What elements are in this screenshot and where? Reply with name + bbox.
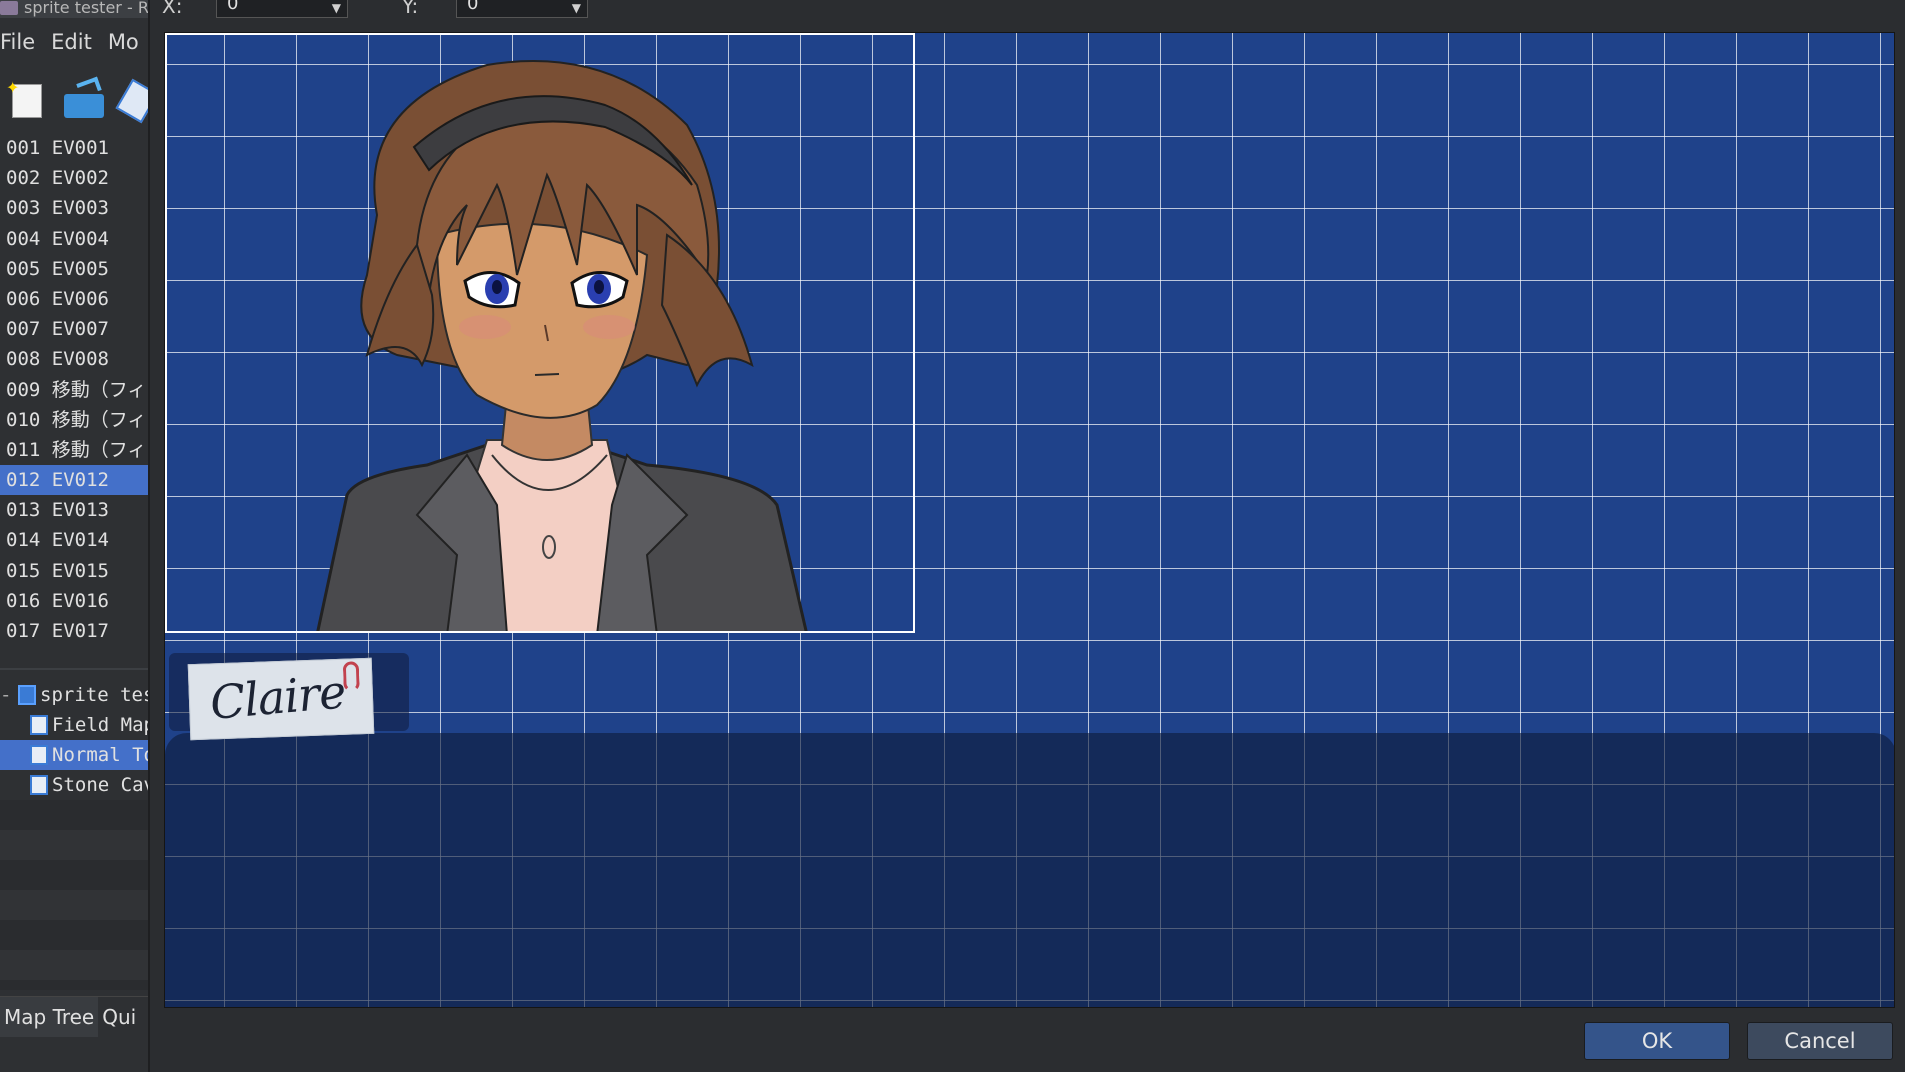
map-tree-item-label: Normal To	[52, 744, 148, 766]
new-project-icon[interactable]: ✦	[6, 78, 50, 122]
ok-button[interactable]: OK	[1584, 1022, 1730, 1060]
editor-title: sprite tester - R	[24, 0, 148, 17]
x-label: X:	[162, 0, 183, 18]
dropdown-arrow-icon: ▼	[331, 1, 341, 15]
map-icon	[30, 745, 48, 765]
map-tree-item[interactable]: Stone Cav	[0, 770, 148, 800]
map-tree-item[interactable]: Field Map	[0, 710, 148, 740]
tab-quick[interactable]: Qui	[98, 997, 140, 1037]
event-list-item[interactable]: 011 移動（フィ	[0, 435, 148, 465]
map-tree: - sprite tes Field Map Normal To Stone C…	[0, 680, 148, 800]
menu-edit[interactable]: Edit	[51, 30, 92, 54]
event-list-item-selected[interactable]: 012 EV012	[0, 465, 148, 496]
tab-map-tree[interactable]: Map Tree	[0, 997, 99, 1037]
open-project-icon[interactable]	[62, 76, 106, 122]
message-preview-dialog: X: 0 ▼ Y: 0 ▼ Claire OK Cancel	[148, 0, 1905, 1072]
event-list-item[interactable]: 001 EV001	[0, 133, 148, 163]
app-icon	[0, 1, 18, 15]
speaker-name-tag: Claire	[187, 657, 375, 741]
editor-window: sprite tester - R File Edit Mo ✦ 001 EV001…	[0, 0, 148, 1072]
map-tree-empty-area	[0, 800, 148, 990]
toolbar: ✦	[0, 74, 148, 124]
event-list-item[interactable]: 010 移動（フィ	[0, 405, 148, 435]
collapse-icon[interactable]: -	[0, 680, 11, 710]
character-portrait	[316, 60, 808, 631]
preview-canvas[interactable]: Claire	[164, 32, 1895, 1008]
dropdown-arrow-icon: ▼	[571, 1, 581, 15]
event-list-item[interactable]: 015 EV015	[0, 556, 148, 586]
event-list-item[interactable]: 003 EV003	[0, 193, 148, 223]
map-tree-item-label: Stone Cav	[52, 774, 148, 796]
face-portrait-frame	[165, 33, 915, 633]
bottom-tabs: Map Tree Qui	[0, 996, 148, 1037]
message-window	[165, 733, 1894, 1007]
event-list-item[interactable]: 008 EV008	[0, 344, 148, 374]
event-list: 001 EV001 002 EV002 003 EV003 004 EV004 …	[0, 133, 148, 646]
x-select[interactable]: 0 ▼	[216, 0, 348, 18]
y-select-value: 0	[467, 0, 479, 14]
event-list-item[interactable]: 017 EV017	[0, 616, 148, 646]
event-list-item[interactable]: 013 EV013	[0, 495, 148, 525]
menu-bar: File Edit Mo	[0, 30, 148, 64]
map-icon	[30, 715, 48, 735]
save-project-icon[interactable]	[115, 78, 148, 124]
menu-mode[interactable]: Mo	[108, 30, 139, 54]
speaker-name: Claire	[207, 664, 348, 730]
event-list-item[interactable]: 009 移動（フィ	[0, 375, 148, 405]
splitter[interactable]	[0, 668, 148, 670]
event-list-item[interactable]: 004 EV004	[0, 224, 148, 254]
map-tree-item-label: Field Map	[52, 714, 148, 736]
event-list-item[interactable]: 006 EV006	[0, 284, 148, 314]
paperclip-icon	[342, 661, 360, 692]
map-icon	[30, 775, 48, 795]
event-list-item[interactable]: 007 EV007	[0, 314, 148, 344]
editor-title-bar: sprite tester - R	[0, 0, 148, 18]
map-tree-root[interactable]: - sprite tes	[0, 680, 148, 710]
y-select[interactable]: 0 ▼	[456, 0, 588, 18]
project-icon	[18, 685, 36, 705]
x-select-value: 0	[227, 0, 239, 14]
y-label: Y:	[402, 0, 419, 18]
menu-file[interactable]: File	[0, 30, 35, 54]
map-tree-item-selected[interactable]: Normal To	[0, 740, 148, 770]
event-list-item[interactable]: 016 EV016	[0, 586, 148, 616]
cancel-button[interactable]: Cancel	[1747, 1022, 1893, 1060]
event-list-item[interactable]: 014 EV014	[0, 525, 148, 555]
event-list-item[interactable]: 002 EV002	[0, 163, 148, 193]
event-list-item[interactable]: 005 EV005	[0, 254, 148, 284]
map-tree-root-label: sprite tes	[40, 684, 148, 706]
